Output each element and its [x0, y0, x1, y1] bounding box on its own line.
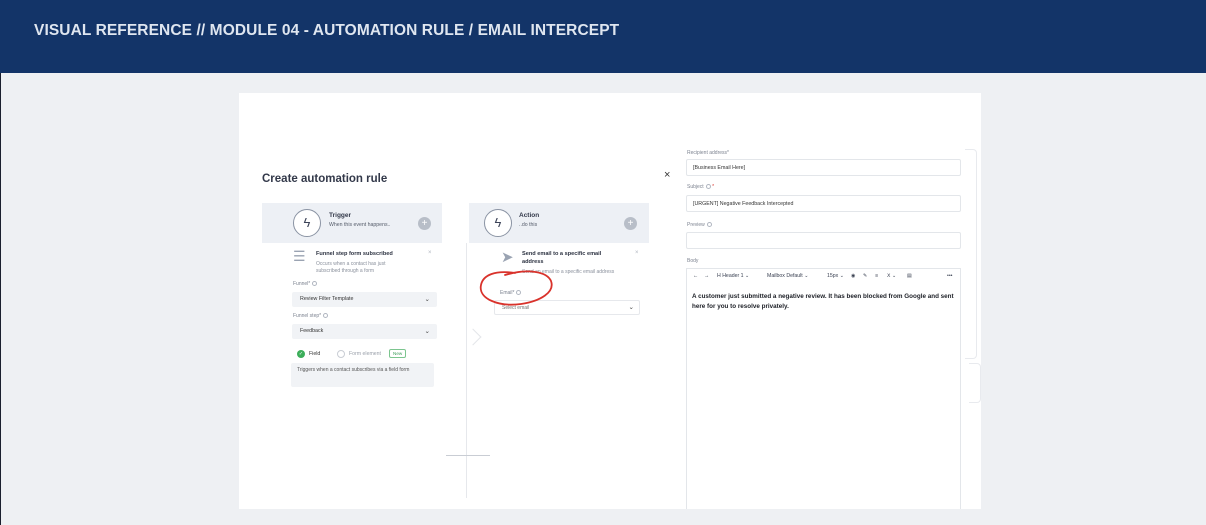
recipient-input[interactable]: [Business Email Here]: [686, 159, 961, 176]
action-header: ϟ Action ..do this +: [469, 203, 649, 243]
recipient-label: Recipient address*: [687, 150, 729, 156]
lightning-bolt-icon: ϟ: [293, 209, 321, 237]
side-panel-edge: [969, 363, 981, 403]
body-text: A customer just submitted a negative rev…: [692, 293, 954, 310]
undo-icon[interactable]: ←: [693, 273, 698, 279]
form-element-radio-label: Form element: [349, 351, 381, 357]
add-trigger-icon[interactable]: +: [418, 217, 431, 230]
font-size-dropdown[interactable]: 15px ⌄: [827, 273, 844, 279]
chevron-down-icon: ⌄: [628, 304, 634, 311]
font-dropdown[interactable]: Mailbox Default ⌄: [767, 273, 809, 279]
scroll-indicator: [446, 455, 490, 456]
preview-input[interactable]: [686, 232, 961, 249]
content-area: Create automation rule × ϟ Trigger When …: [0, 73, 1206, 525]
funnel-step-value: Feedback: [300, 328, 324, 334]
align-icon[interactable]: ≡: [875, 273, 878, 279]
close-icon[interactable]: ×: [664, 169, 670, 181]
form-element-radio[interactable]: [337, 350, 345, 358]
paper-plane-icon: ➤: [501, 249, 514, 266]
column-divider: [466, 243, 467, 498]
preview-label: Preview: [687, 222, 712, 228]
subject-value: [URGENT] Negative Feedback Intercepted: [693, 201, 794, 207]
trigger-type-radio-group: ✓ Field Form element New: [297, 349, 437, 362]
form-icon: ☰: [293, 248, 306, 264]
annotation-circle: [480, 270, 553, 306]
color-icon[interactable]: ◉: [851, 273, 856, 279]
action-title: Action: [519, 212, 540, 219]
more-options-icon[interactable]: •••: [947, 273, 952, 279]
header-banner: VISUAL REFERENCE // MODULE 04 - AUTOMATI…: [0, 0, 1206, 73]
chevron-down-icon: ⌄: [424, 328, 430, 335]
info-icon: [706, 222, 712, 228]
trigger-title: Trigger: [329, 212, 352, 219]
trigger-help-text: Triggers when a contact subscribes via a…: [297, 367, 410, 373]
list-icon[interactable]: ▤: [907, 273, 912, 279]
screenshot-frame: Create automation rule × ϟ Trigger When …: [239, 93, 981, 509]
subject-input[interactable]: [URGENT] Negative Feedback Intercepted: [686, 195, 961, 212]
field-radio-label: Field: [309, 351, 321, 357]
remove-trigger-icon[interactable]: ×: [428, 250, 432, 256]
info-icon: [705, 184, 711, 190]
recipient-value: [Business Email Here]: [693, 165, 746, 171]
trigger-card-title: Funnel step form subscribed: [316, 251, 393, 257]
body-editor[interactable]: A customer just submitted a negative rev…: [686, 283, 961, 509]
heading-dropdown[interactable]: H Header 1 ⌄: [717, 273, 749, 279]
chevron-right-icon: [464, 328, 482, 346]
side-panel-edge: [965, 149, 977, 359]
trigger-help-box: Triggers when a contact subscribes via a…: [291, 363, 434, 387]
add-action-icon[interactable]: +: [624, 217, 637, 230]
funnel-value: Review Filter Template: [300, 296, 354, 302]
remove-action-icon[interactable]: ×: [635, 250, 639, 256]
funnel-step-label: Funnel step*: [293, 313, 329, 319]
new-badge: New: [389, 349, 407, 358]
body-label: Body: [687, 258, 699, 264]
info-icon: [312, 281, 318, 287]
clear-format-icon[interactable]: Ⅹ ⌄: [887, 273, 896, 279]
trigger-subtitle: When this event happens..: [329, 222, 391, 228]
banner-title: VISUAL REFERENCE // MODULE 04 - AUTOMATI…: [34, 22, 620, 39]
subject-label: Subject *: [687, 184, 715, 190]
dialog-title: Create automation rule: [262, 173, 388, 185]
action-subtitle: ..do this: [519, 222, 538, 228]
chevron-down-icon: ⌄: [424, 296, 430, 303]
editor-toolbar: ← → H Header 1 ⌄ Mailbox Default ⌄ 15px …: [686, 268, 961, 284]
highlight-icon[interactable]: ✎: [863, 273, 867, 279]
trigger-header: ϟ Trigger When this event happens.. +: [262, 203, 442, 243]
funnel-select[interactable]: Review Filter Template ⌄: [292, 292, 437, 307]
lightning-bolt-icon: ϟ: [484, 209, 512, 237]
trigger-card-description: Occurs when a contact has just subscribe…: [316, 261, 386, 275]
action-card-title: Send email to a specific email address: [522, 251, 602, 265]
field-radio[interactable]: ✓: [297, 350, 305, 358]
info-icon: [323, 313, 329, 319]
redo-icon[interactable]: →: [704, 273, 709, 279]
funnel-label: Funnel*: [293, 281, 318, 287]
funnel-step-select[interactable]: Feedback ⌄: [292, 324, 437, 339]
